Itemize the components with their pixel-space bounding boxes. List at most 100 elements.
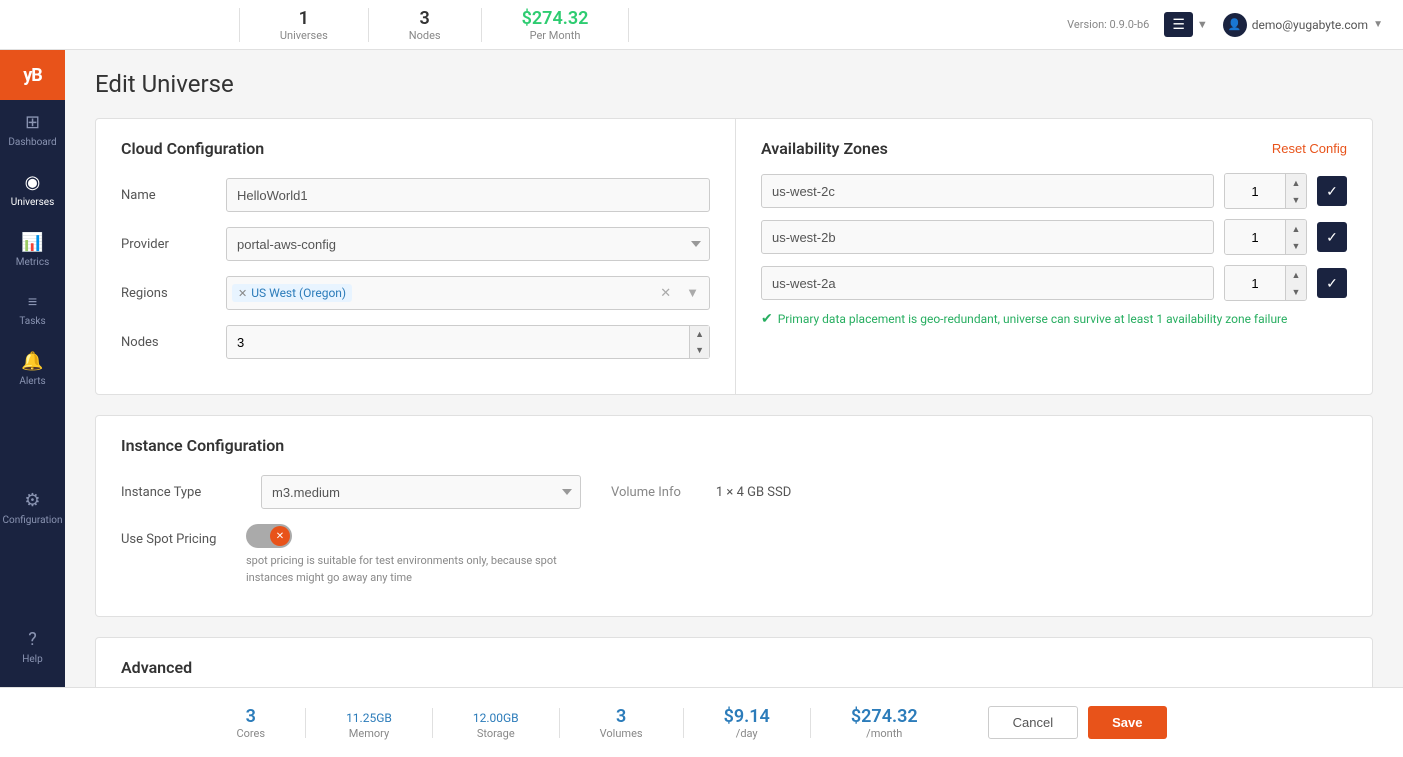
nodes-increment-button[interactable]: ▲ xyxy=(690,326,709,342)
view-toggle[interactable]: ☰ ▼ xyxy=(1164,12,1207,37)
spot-pricing-toggle[interactable]: ✕ xyxy=(246,524,292,548)
universes-stat[interactable]: 1 Universes xyxy=(239,8,369,42)
spot-pricing-row: Use Spot Pricing ✕ spot pricing is suita… xyxy=(121,524,1347,586)
sidebar-logo-text: yB xyxy=(23,65,42,86)
footer-bar: 3 Cores 11.25GB Memory 12.00GB Storage 3… xyxy=(0,687,1403,757)
regions-row: Regions ✕ US West (Oregon) ✕ ▼ xyxy=(121,276,710,310)
cancel-button[interactable]: Cancel xyxy=(988,706,1078,739)
availability-zones-section: Availability Zones Reset Config us-west-… xyxy=(736,119,1372,394)
regions-dropdown-icon[interactable]: ▼ xyxy=(681,285,704,301)
instance-type-select[interactable]: m3.medium xyxy=(261,475,581,509)
regions-label: Regions xyxy=(121,286,211,301)
footer-volumes-label: Volumes xyxy=(600,727,643,740)
sidebar-logo[interactable]: yB xyxy=(0,50,65,100)
footer-cores-label: Cores xyxy=(236,727,265,740)
nodes-input-wrapper: ▲ ▼ xyxy=(226,325,710,359)
instance-type-label: Instance Type xyxy=(121,485,231,500)
footer-divider-4 xyxy=(683,708,684,738)
nodes-stat[interactable]: 3 Nodes xyxy=(369,8,482,42)
nodes-label: Nodes xyxy=(121,335,211,350)
footer-daily-cost: $9.14 /day xyxy=(724,706,770,740)
alerts-icon: 🔔 xyxy=(21,351,43,372)
sidebar: yB ⊞ Dashboard ◉ Universes 📊 Metrics ≡ T… xyxy=(0,50,65,687)
nodes-spinners: ▲ ▼ xyxy=(690,325,710,359)
az-count-spinners-1: ▲ ▼ xyxy=(1285,174,1306,208)
cloud-config-title: Cloud Configuration xyxy=(121,139,710,158)
footer-storage: 12.00GB Storage xyxy=(473,706,519,740)
cost-value: $274.32 xyxy=(522,8,589,29)
footer-divider-5 xyxy=(810,708,811,738)
az-row-2: us-west-2b ▲ ▼ ✓ xyxy=(761,219,1347,255)
user-menu[interactable]: 👤 demo@yugabyte.com ▼ xyxy=(1223,13,1383,37)
instance-type-row: Instance Type m3.medium Volume Info 1 × … xyxy=(121,475,1347,509)
az-info-check-icon: ✔ xyxy=(761,311,773,327)
footer-cores-value: 3 xyxy=(246,706,256,727)
az-select-3[interactable]: us-west-2a xyxy=(761,266,1214,300)
az-count-wrapper-2: ▲ ▼ xyxy=(1224,219,1307,255)
advanced-title: Advanced xyxy=(121,658,1347,677)
az-row-1: us-west-2c ▲ ▼ ✓ xyxy=(761,173,1347,209)
footer-volumes-value: 3 xyxy=(616,706,626,727)
footer-divider-1 xyxy=(305,708,306,738)
region-tag: ✕ US West (Oregon) xyxy=(232,284,352,302)
main-area: yB ⊞ Dashboard ◉ Universes 📊 Metrics ≡ T… xyxy=(0,50,1403,687)
reset-config-button[interactable]: Reset Config xyxy=(1272,141,1347,156)
user-dropdown-icon: ▼ xyxy=(1373,19,1383,30)
az-decrement-3[interactable]: ▼ xyxy=(1286,283,1306,300)
sidebar-item-label: Metrics xyxy=(16,257,50,268)
sidebar-item-label: Alerts xyxy=(19,376,45,387)
az-select-1[interactable]: us-west-2c xyxy=(761,174,1214,208)
az-select-2[interactable]: us-west-2b xyxy=(761,220,1214,254)
sidebar-item-alerts[interactable]: 🔔 Alerts xyxy=(0,339,65,399)
instance-config-section: Instance Configuration Instance Type m3.… xyxy=(95,415,1373,617)
regions-clear-icon[interactable]: ✕ xyxy=(655,286,676,301)
advanced-section: Advanced Replication Factor 1 3 5 7 Yuga… xyxy=(95,637,1373,687)
cost-stat[interactable]: $274.32 Per Month xyxy=(482,8,630,42)
az-info-text: Primary data placement is geo-redundant,… xyxy=(778,312,1288,326)
az-increment-2[interactable]: ▲ xyxy=(1286,220,1306,237)
az-decrement-1[interactable]: ▼ xyxy=(1286,191,1306,208)
nodes-input[interactable] xyxy=(226,325,690,359)
az-check-3[interactable]: ✓ xyxy=(1317,268,1347,298)
name-label: Name xyxy=(121,188,211,203)
region-tag-close[interactable]: ✕ xyxy=(238,287,247,300)
az-increment-3[interactable]: ▲ xyxy=(1286,266,1306,283)
nodes-decrement-button[interactable]: ▼ xyxy=(690,342,709,358)
content-area: Edit Universe Cloud Configuration Name P… xyxy=(65,50,1403,687)
sidebar-item-help[interactable]: ? Help xyxy=(0,617,65,677)
name-input[interactable] xyxy=(226,178,710,212)
az-count-wrapper-1: ▲ ▼ xyxy=(1224,173,1307,209)
configuration-icon: ⚙ xyxy=(24,490,40,511)
sidebar-item-dashboard[interactable]: ⊞ Dashboard xyxy=(0,100,65,160)
sidebar-item-tasks[interactable]: ≡ Tasks xyxy=(0,280,65,339)
sidebar-item-universes[interactable]: ◉ Universes xyxy=(0,160,65,220)
az-count-input-1[interactable] xyxy=(1225,174,1285,208)
sidebar-item-metrics[interactable]: 📊 Metrics xyxy=(0,220,65,280)
az-decrement-2[interactable]: ▼ xyxy=(1286,237,1306,254)
footer-volumes: 3 Volumes xyxy=(600,706,643,740)
instance-config-title: Instance Configuration xyxy=(121,436,1347,455)
az-count-wrapper-3: ▲ ▼ xyxy=(1224,265,1307,301)
sidebar-item-configuration[interactable]: ⚙ Configuration xyxy=(0,478,65,538)
save-button[interactable]: Save xyxy=(1088,706,1166,739)
regions-input[interactable]: ✕ US West (Oregon) ✕ ▼ xyxy=(226,276,710,310)
footer-memory: 11.25GB Memory xyxy=(346,706,392,740)
az-count-input-3[interactable] xyxy=(1225,266,1285,300)
list-view-button[interactable]: ☰ xyxy=(1164,12,1193,37)
az-increment-1[interactable]: ▲ xyxy=(1286,174,1306,191)
az-check-1[interactable]: ✓ xyxy=(1317,176,1347,206)
cloud-az-section: Cloud Configuration Name Provider portal… xyxy=(95,118,1373,395)
az-check-2[interactable]: ✓ xyxy=(1317,222,1347,252)
footer-storage-value: 12.00GB xyxy=(473,706,519,727)
spot-toggle-wrapper: ✕ spot pricing is suitable for test envi… xyxy=(246,524,586,586)
user-name: demo@yugabyte.com xyxy=(1252,18,1368,32)
toggle-knob: ✕ xyxy=(270,526,290,546)
provider-select[interactable]: portal-aws-config xyxy=(226,227,710,261)
provider-row: Provider portal-aws-config xyxy=(121,227,710,261)
nodes-label: Nodes xyxy=(409,29,441,42)
spot-note: spot pricing is suitable for test enviro… xyxy=(246,553,586,586)
az-count-input-2[interactable] xyxy=(1225,220,1285,254)
az-info: ✔ Primary data placement is geo-redundan… xyxy=(761,311,1347,327)
footer-cores: 3 Cores xyxy=(236,706,265,740)
app-container: 1 Universes 3 Nodes $274.32 Per Month Ve… xyxy=(0,0,1403,757)
